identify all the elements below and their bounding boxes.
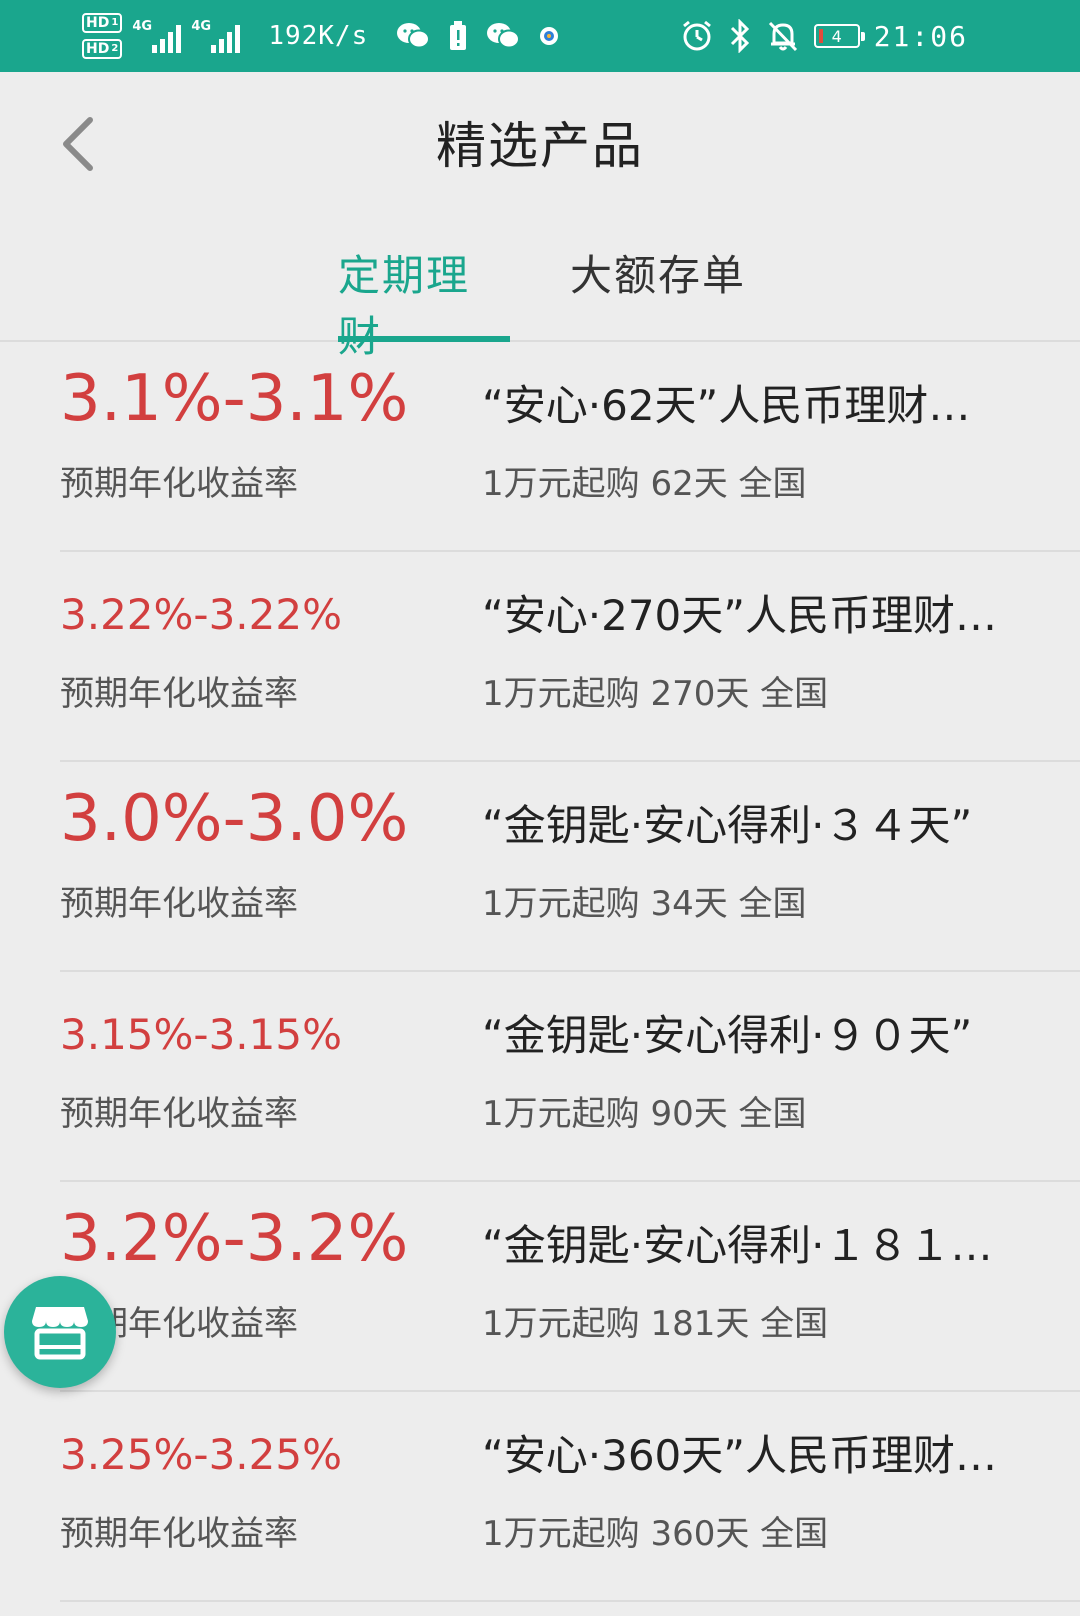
network-speed: 192K/s (268, 21, 369, 51)
signal-bar (160, 39, 166, 53)
status-bar: HD 1 HD 2 4G 4G 192K/s 4 21:06 (0, 0, 1080, 72)
product-meta: 1万元起购 181天 全国 (482, 1304, 829, 1344)
hd-1-icon: HD 1 (82, 13, 123, 33)
product-rate: 3.15%-3.15% (60, 1010, 343, 1059)
header: 精选产品 (0, 72, 1080, 212)
notification-icons (396, 21, 560, 51)
signal-bar (168, 32, 174, 53)
product-row[interactable]: 3.0%-3.0% 预期年化收益率 “金钥匙·安心得利·３４天” 1万元起购 3… (0, 762, 1080, 972)
signal-2-icon: 4G (191, 19, 241, 53)
tab-fixed-term-wealth[interactable]: 定期理财 (338, 242, 510, 361)
store-icon (32, 1307, 88, 1360)
tab-large-deposit[interactable]: 大额存单 (570, 242, 750, 342)
wechat-icon (397, 23, 431, 49)
network-type-1: 4G (132, 19, 153, 34)
network-type-2: 4G (191, 19, 212, 34)
product-meta: 1万元起购 270天 全国 (482, 674, 829, 714)
product-name: “安心·270天”人民币理财产品 (482, 591, 1002, 640)
product-name: “安心·62天”人民币理财产品 (482, 381, 1002, 430)
hd-2-label: HD (86, 41, 110, 57)
product-meta: 1万元起购 34天 全国 (482, 884, 807, 924)
tab-label: 大额存单 (570, 251, 747, 300)
product-name: “安心·360天”人民币理财产品 (482, 1431, 1002, 1480)
product-name: “金钥匙·安心得利·３４天” (482, 801, 973, 850)
battery-level-fill (818, 29, 823, 43)
rate-label: 预期年化收益率 (60, 1094, 298, 1134)
signal-bar (235, 25, 241, 53)
rate-label: 预期年化收益率 (60, 674, 298, 714)
wechat-icon (487, 23, 521, 49)
hd-indicators: HD 1 HD 2 (82, 13, 123, 59)
tab-bar: 定期理财 大额存单 (0, 212, 1080, 361)
hd-1-label: HD (86, 15, 110, 31)
battery-level: 4 (831, 26, 842, 46)
product-row[interactable]: 3.22%-3.22% 预期年化收益率 “安心·270天”人民币理财产品 1万元… (0, 552, 1080, 762)
bluetooth-icon (730, 19, 749, 53)
rate-label: 预期年化收益率 (60, 1514, 298, 1554)
battery-alert-icon (450, 21, 467, 50)
product-name: “金钥匙·安心得利·１８１天” (482, 1221, 1002, 1270)
product-meta: 1万元起购 62天 全国 (482, 464, 807, 504)
product-rate: 3.25%-3.25% (60, 1430, 343, 1479)
signal-bar (176, 25, 182, 53)
product-list: 3.1%-3.1% 预期年化收益率 “安心·62天”人民币理财产品 1万元起购 … (0, 342, 1080, 1602)
mute-bell-icon (768, 21, 797, 52)
row-divider (60, 1600, 1080, 1602)
browser-icon (540, 27, 559, 45)
rate-label: 预期年化收益率 (60, 464, 298, 504)
rate-label: 预期年化收益率 (60, 884, 298, 924)
page-title: 精选产品 (436, 117, 644, 175)
hd-2-icon: HD 2 (82, 39, 123, 59)
signal-bar (219, 39, 225, 53)
status-time: 21:06 (873, 19, 968, 53)
product-row[interactable]: 3.1%-3.1% 预期年化收益率 “安心·62天”人民币理财产品 1万元起购 … (0, 342, 1080, 552)
product-rate: 3.0%-3.0% (60, 782, 409, 856)
product-row[interactable]: 3.25%-3.25% 预期年化收益率 “安心·360天”人民币理财产品 1万元… (0, 1392, 1080, 1602)
product-meta: 1万元起购 90天 全国 (482, 1094, 807, 1134)
hd-2-sub: 2 (111, 43, 119, 54)
status-bar-right: 4 21:06 (680, 8, 968, 64)
product-rate: 3.22%-3.22% (60, 590, 343, 639)
product-rate: 3.2%-3.2% (60, 1202, 409, 1276)
alarm-icon (682, 20, 711, 51)
product-row[interactable]: 3.15%-3.15% 预期年化收益率 “金钥匙·安心得利·９０天” 1万元起购… (0, 972, 1080, 1182)
signal-bar (211, 45, 217, 53)
hd-1-sub: 1 (111, 17, 119, 28)
product-meta: 1万元起购 360天 全国 (482, 1514, 829, 1554)
status-bar-left: HD 1 HD 2 4G 4G 192K/s (82, 8, 560, 64)
battery-icon: 4 (813, 24, 865, 48)
store-button[interactable] (4, 1276, 116, 1388)
product-name: “金钥匙·安心得利·９０天” (482, 1011, 973, 1060)
product-rate: 3.1%-3.1% (60, 362, 409, 436)
signal-1-icon: 4G (132, 19, 182, 53)
signal-bar (227, 32, 233, 53)
product-row[interactable]: 3.2%-3.2% 预期年化收益率 “金钥匙·安心得利·１８１天” 1万元起购 … (0, 1182, 1080, 1392)
signal-bar (152, 45, 158, 53)
